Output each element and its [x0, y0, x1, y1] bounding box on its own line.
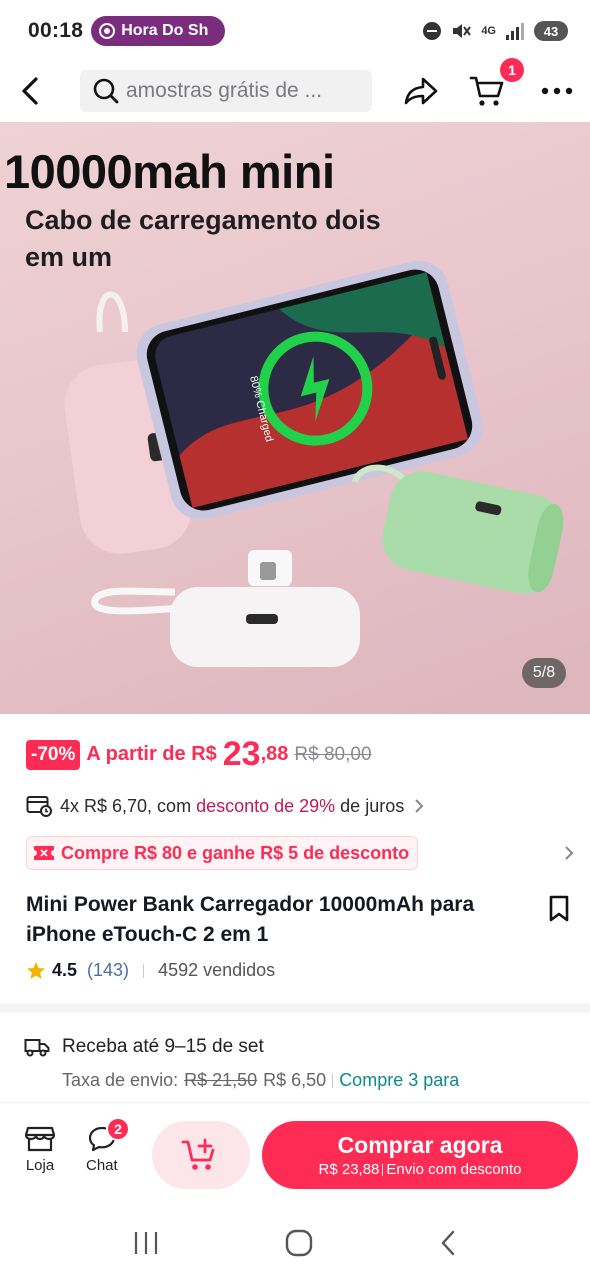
top-nav: amostras grátis de ... 1: [0, 58, 590, 120]
add-to-cart-icon: [181, 1138, 215, 1170]
shop-label: Loja: [25, 1157, 55, 1174]
search-icon: [93, 78, 119, 104]
delivery-estimate: Receba até 9–15 de set: [62, 1036, 264, 1057]
star-icon: [27, 961, 45, 979]
more-icon: [541, 87, 573, 95]
shipping-old-price: R$ 21,50: [184, 1070, 258, 1090]
buy-now-button[interactable]: Comprar agora R$ 23,88 Envio com descont…: [262, 1121, 578, 1189]
back-button[interactable]: [0, 62, 60, 120]
product-image-carousel[interactable]: 80% Charged 10000mah mini Cabo de carreg…: [0, 122, 590, 714]
chevron-right-icon: [415, 799, 424, 813]
price-integer: 23: [222, 735, 261, 773]
cart-icon: [469, 76, 504, 106]
shipping-row: Taxa de envio: R$ 21,50 R$ 6,50 Compre 3…: [62, 1070, 459, 1091]
shipping-price: R$ 6,50: [263, 1070, 327, 1090]
shipping-label: Taxa de envio:: [62, 1070, 179, 1090]
review-count[interactable]: (143): [87, 960, 129, 981]
share-icon: [404, 77, 438, 105]
system-navigation-bar: [0, 1206, 590, 1280]
buy-now-price: R$ 23,88: [318, 1161, 380, 1178]
recent-apps-icon[interactable]: [132, 1230, 160, 1256]
status-icons: 4G 43: [423, 21, 568, 41]
clock: 00:18: [28, 19, 84, 42]
live-activity-pill[interactable]: Hora Do Sh: [91, 16, 226, 46]
bottom-action-bar: Loja Chat 2 Comprar agora R$ 23,88 Envio…: [0, 1102, 590, 1206]
share-button[interactable]: [400, 70, 442, 112]
chevron-left-icon: [22, 77, 38, 105]
chat-label: Chat: [86, 1157, 118, 1174]
image-counter: 5/8: [522, 658, 566, 688]
promo-tag: Compre R$ 80 e ganhe R$ 5 de desconto: [26, 836, 419, 870]
price-from-label: A partir de R$: [86, 743, 217, 765]
divider: [143, 963, 145, 978]
installment-prefix: 4x R$ 6,70, com: [60, 795, 192, 816]
promo-label: Compre R$ 80 e ganhe R$ 5 de desconto: [61, 842, 410, 863]
price-row: -70% A partir de R$ 23 ,88 R$ 80,00: [26, 735, 372, 774]
hero-headline: 10000mah mini: [4, 145, 335, 198]
rating-row[interactable]: 4.5 (143) 4592 vendidos: [26, 960, 275, 981]
delivery-row[interactable]: Receba até 9–15 de set: [24, 1036, 264, 1058]
live-pill-label: Hora Do Sh: [121, 22, 209, 39]
rating-score: 4.5: [52, 960, 78, 980]
installment-suffix: de juros: [340, 795, 405, 816]
sold-count: 4592 vendidos: [158, 960, 276, 980]
shop-icon: [24, 1126, 56, 1152]
status-bar: 00:18 Hora Do Sh 4G 43: [0, 0, 590, 62]
installment-highlight: desconto de 29%: [196, 795, 336, 816]
divider: [382, 1163, 384, 1176]
cart-count-badge: 1: [500, 58, 524, 82]
price-decimal: ,88: [260, 743, 289, 765]
mute-icon: [453, 24, 472, 38]
bookmark-button[interactable]: [544, 894, 574, 924]
signal-icon: [506, 22, 524, 40]
product-title: Mini Power Bank Carregador 10000mAh para…: [26, 893, 475, 946]
more-options-button[interactable]: [536, 70, 578, 112]
add-to-cart-button[interactable]: [152, 1121, 250, 1189]
bookmark-icon: [549, 895, 569, 922]
coupon-icon: [34, 846, 54, 860]
do-not-disturb-icon: [423, 22, 442, 40]
record-icon: [99, 23, 116, 39]
promo-row[interactable]: Compre R$ 80 e ganhe R$ 5 de desconto: [26, 836, 574, 870]
buy-now-label: Comprar agora: [337, 1132, 503, 1158]
chat-badge: 2: [106, 1117, 130, 1141]
search-input[interactable]: amostras grátis de ...: [80, 70, 372, 112]
product-title-row: Mini Power Bank Carregador 10000mAh para…: [26, 890, 574, 950]
battery-indicator: 43: [534, 21, 568, 41]
back-icon[interactable]: [438, 1229, 458, 1257]
hero-subtitle: Cabo de carregamento dois em um: [25, 205, 381, 272]
divider: [332, 1073, 334, 1088]
network-type: 4G: [481, 25, 496, 37]
installment-row[interactable]: 4x R$ 6,70, com desconto de 29% de juros: [26, 792, 466, 820]
chevron-right-icon: [565, 846, 574, 860]
original-price: R$ 80,00: [294, 743, 372, 765]
delivery-truck-icon: [24, 1039, 50, 1057]
section-divider: [0, 1003, 590, 1013]
shipping-promo[interactable]: Compre 3 para: [339, 1070, 459, 1091]
buy-now-note: Envio com desconto: [386, 1161, 522, 1178]
search-placeholder: amostras grátis de ...: [126, 79, 323, 102]
payment-card-icon: [26, 796, 52, 817]
buy-now-sub: R$ 23,88 Envio com desconto: [319, 1161, 522, 1178]
home-icon[interactable]: [284, 1228, 314, 1258]
shop-button[interactable]: Loja: [24, 1125, 56, 1174]
discount-badge: -70%: [26, 739, 81, 770]
